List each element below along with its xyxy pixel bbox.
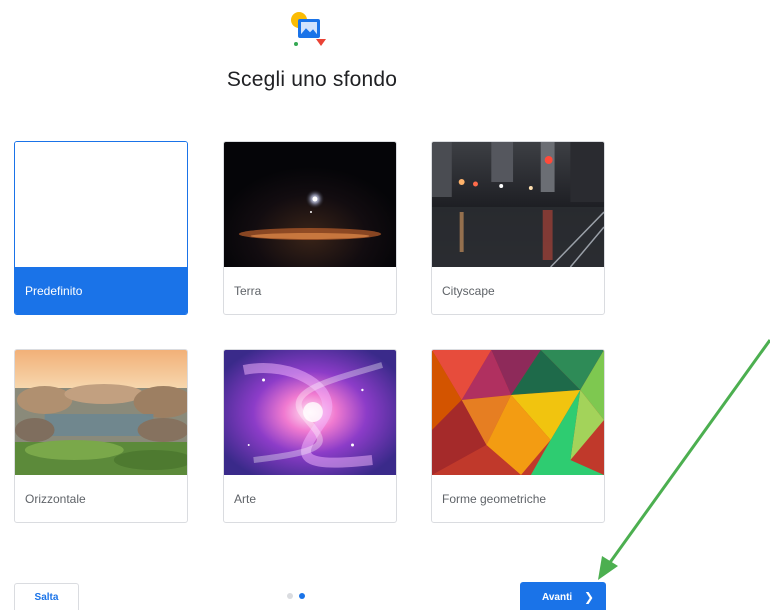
wallpaper-thumbnail-default bbox=[15, 142, 187, 267]
wallpaper-card-terra[interactable]: Terra bbox=[223, 141, 397, 315]
page-title: Scegli uno sfondo bbox=[226, 68, 398, 91]
pagination-dots bbox=[287, 593, 311, 601]
wallpaper-thumbnail-earth bbox=[224, 142, 396, 267]
wallpaper-card-forme-geometriche[interactable]: Forme geometriche bbox=[431, 349, 605, 523]
wallpaper-card-label: Terra bbox=[234, 284, 262, 298]
wallpaper-card-orizzontale[interactable]: Orizzontale bbox=[14, 349, 188, 523]
onboarding-page: Scegli uno sfondo Predefinito Terra City… bbox=[0, 0, 770, 610]
wallpaper-picture-icon bbox=[291, 12, 326, 46]
chevron-right-icon: ❯ bbox=[583, 590, 594, 604]
wallpaper-thumbnail-geometric bbox=[432, 350, 604, 475]
next-button-label: Avanti bbox=[542, 592, 573, 603]
wallpaper-card-arte[interactable]: Arte bbox=[223, 349, 397, 523]
wallpaper-card-cityscape[interactable]: Cityscape bbox=[431, 141, 605, 315]
wallpaper-thumbnail-cityscape bbox=[432, 142, 604, 267]
next-button[interactable]: Avanti ❯ bbox=[520, 582, 606, 610]
skip-button[interactable]: Salta bbox=[14, 583, 79, 610]
pagination-dot-1 bbox=[287, 593, 293, 599]
wallpaper-card-label: Forme geometriche bbox=[442, 492, 547, 506]
wallpaper-card-label: Predefinito bbox=[15, 267, 187, 314]
wallpaper-thumbnail-galaxy bbox=[224, 350, 396, 475]
wallpaper-card-label: Orizzontale bbox=[25, 492, 86, 506]
wallpaper-thumbnail-landscape bbox=[15, 350, 187, 475]
wallpaper-card-predefinito[interactable]: Predefinito bbox=[14, 141, 188, 315]
pagination-dot-2-active bbox=[299, 593, 305, 599]
wallpaper-card-label: Arte bbox=[234, 492, 257, 506]
wallpaper-card-label: Cityscape bbox=[442, 284, 495, 298]
